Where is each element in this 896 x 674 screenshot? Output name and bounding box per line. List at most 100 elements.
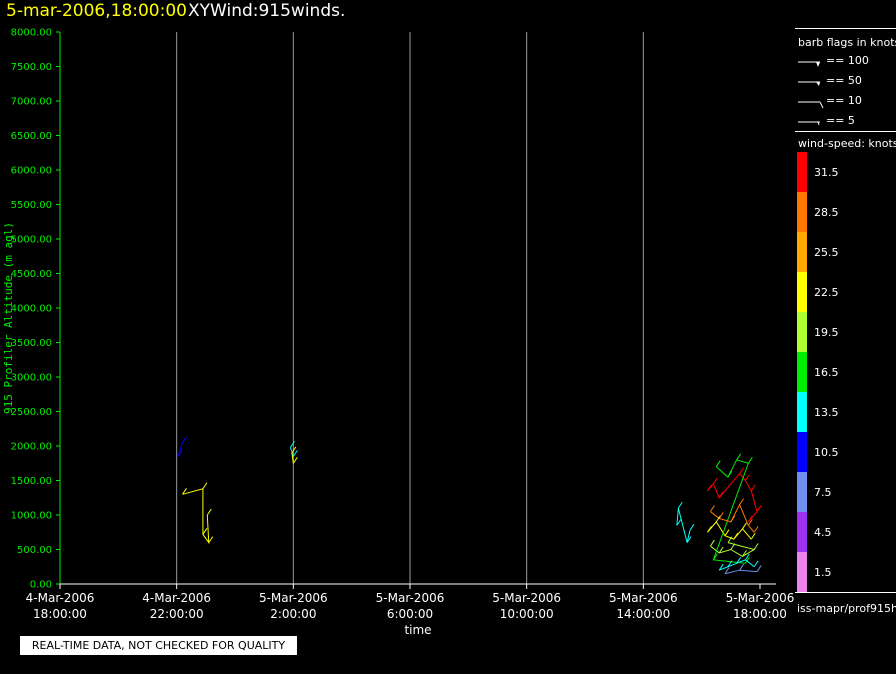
barb-symbol-flag bbox=[819, 101, 824, 109]
wind-barb bbox=[718, 491, 724, 499]
source-label: iss-mapr/prof915h bbox=[797, 602, 896, 615]
speed-color-swatch bbox=[797, 352, 807, 392]
wind-barb bbox=[727, 470, 733, 478]
speed-color-swatch bbox=[797, 392, 807, 432]
y-tick-label: 6500.00 bbox=[11, 131, 52, 142]
x-axis-label: time bbox=[404, 623, 432, 637]
wind-series-11 bbox=[724, 569, 758, 575]
speed-color-swatch bbox=[797, 472, 807, 512]
y-tick-label: 3500.00 bbox=[11, 338, 52, 349]
wind-barb bbox=[730, 515, 736, 523]
speed-bin-label: 31.5 bbox=[814, 166, 839, 179]
speed-bin-label: 1.5 bbox=[814, 566, 832, 579]
wind-barb bbox=[736, 453, 742, 461]
x-tick-date: 4-Mar-2006 bbox=[142, 591, 211, 605]
speed-color-swatch bbox=[797, 552, 807, 592]
barb-legend-5: == 5 bbox=[826, 114, 855, 127]
wind-barb bbox=[707, 484, 712, 492]
y-tick-label: 5500.00 bbox=[11, 200, 52, 211]
x-tick-date: 5-Mar-2006 bbox=[726, 591, 795, 605]
speed-legend-title: wind-speed: knots bbox=[798, 137, 896, 150]
speed-bin-label: 22.5 bbox=[814, 286, 839, 299]
wind-barb bbox=[750, 532, 756, 540]
x-tick-time: 18:00:00 bbox=[33, 607, 87, 621]
legend-divider-bottom bbox=[795, 592, 896, 593]
y-tick-label: 4500.00 bbox=[11, 269, 52, 280]
speed-color-swatch bbox=[797, 312, 807, 352]
speed-color-swatch bbox=[797, 272, 807, 312]
wind-barb bbox=[715, 460, 721, 467]
x-tick-date: 5-Mar-2006 bbox=[259, 591, 328, 605]
wind-series-7 bbox=[707, 521, 752, 540]
wind-barb bbox=[739, 563, 744, 571]
wind-barb bbox=[756, 505, 762, 512]
y-axis-title: 915 Profiler Altitude (m agl) bbox=[2, 222, 15, 414]
wind-barb bbox=[712, 477, 718, 485]
wind-barb bbox=[208, 536, 214, 543]
wind-barb bbox=[739, 467, 744, 474]
wind-barb bbox=[206, 508, 212, 516]
speed-bin-label: 25.5 bbox=[814, 246, 839, 259]
wind-barb bbox=[292, 450, 298, 457]
speed-bin-label: 16.5 bbox=[814, 366, 839, 379]
y-tick-label: 1500.00 bbox=[11, 476, 52, 487]
y-tick-label: 0.00 bbox=[30, 580, 52, 591]
x-tick-date: 5-Mar-2006 bbox=[376, 591, 445, 605]
barb-legend-100: == 100 bbox=[826, 54, 869, 67]
x-tick-date: 5-Mar-2006 bbox=[492, 591, 561, 605]
wind-chart: 0.00 500.00 1000.00 1500.00 2000.00 2500.00 30… bbox=[2, 28, 839, 622]
speed-bin-label: 28.5 bbox=[814, 206, 839, 219]
y-tick-label: 1000.00 bbox=[11, 511, 52, 522]
x-tick-date: 5-Mar-2006 bbox=[609, 591, 678, 605]
wind-barb bbox=[747, 456, 753, 464]
speed-bin-label: 19.5 bbox=[814, 326, 839, 339]
wind-barb bbox=[677, 501, 683, 509]
barb-legend-title: barb flags in knots bbox=[798, 36, 896, 49]
wind-barb bbox=[710, 505, 715, 512]
wind-barb bbox=[753, 525, 759, 533]
wind-barb bbox=[202, 528, 208, 535]
wind-barb bbox=[745, 474, 750, 481]
speed-bin-label: 4.5 bbox=[814, 526, 832, 539]
legend-divider-top bbox=[795, 28, 896, 29]
wind-series-4 bbox=[676, 507, 691, 543]
speed-bin-label: 7.5 bbox=[814, 486, 832, 499]
x-tick-time: 10:00:00 bbox=[500, 607, 554, 621]
y-tick-label: 7500.00 bbox=[11, 62, 52, 73]
wind-barb bbox=[742, 522, 747, 530]
y-tick-label: 2000.00 bbox=[11, 442, 52, 453]
y-tick-label: 5000.00 bbox=[11, 235, 52, 246]
y-tick-label: 3000.00 bbox=[11, 373, 52, 384]
wind-barb bbox=[724, 529, 730, 536]
speed-color-swatch bbox=[797, 512, 807, 552]
y-tick-label: 2500.00 bbox=[11, 407, 52, 418]
barb-legend-10: == 10 bbox=[826, 94, 862, 107]
wind-series-1 bbox=[182, 488, 210, 545]
y-tick-label: 7000.00 bbox=[11, 97, 52, 108]
wind-barb bbox=[739, 498, 744, 505]
wind-barb bbox=[689, 523, 695, 531]
legend-divider-mid bbox=[795, 131, 896, 132]
wind-barb bbox=[750, 484, 756, 492]
wind-barb bbox=[753, 543, 759, 550]
wind-barb bbox=[707, 525, 712, 533]
x-tick-time: 2:00:00 bbox=[270, 607, 316, 621]
barb-symbol-flag bbox=[816, 82, 820, 86]
barb-legend-50: == 50 bbox=[826, 74, 862, 87]
wind-barb bbox=[710, 539, 715, 547]
speed-color-swatch bbox=[797, 232, 807, 272]
wind-barb bbox=[291, 446, 297, 454]
speed-bin-label: 10.5 bbox=[814, 446, 839, 459]
y-tick-label: 6000.00 bbox=[11, 166, 52, 177]
y-tick-label: 8000.00 bbox=[11, 28, 52, 39]
wind-barb bbox=[733, 532, 739, 540]
y-tick-label: 4000.00 bbox=[11, 304, 52, 315]
barb-symbol-flag bbox=[816, 62, 820, 67]
speed-color-swatch bbox=[797, 432, 807, 472]
speed-color-swatch bbox=[797, 192, 807, 232]
wind-barb bbox=[753, 560, 759, 568]
wind-barb bbox=[718, 512, 724, 519]
wind-series-9 bbox=[712, 459, 749, 564]
speed-bin-label: 13.5 bbox=[814, 406, 839, 419]
y-tick-label: 500.00 bbox=[17, 545, 52, 556]
